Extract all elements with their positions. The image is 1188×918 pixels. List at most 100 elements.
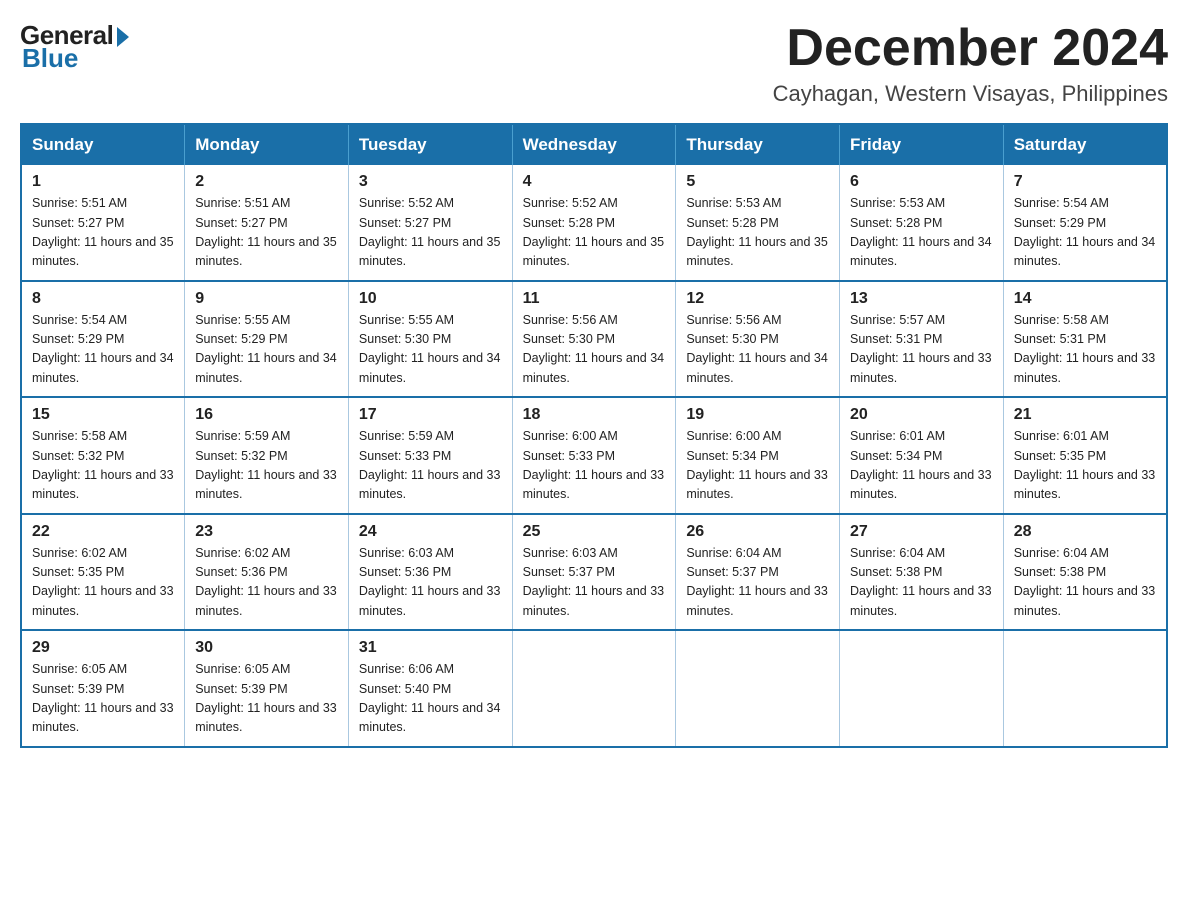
day-info: Sunrise: 6:05 AMSunset: 5:39 PMDaylight:… xyxy=(195,660,338,738)
calendar-cell: 15Sunrise: 5:58 AMSunset: 5:32 PMDayligh… xyxy=(21,397,185,514)
day-number: 29 xyxy=(32,639,174,657)
weekday-header-thursday: Thursday xyxy=(676,124,840,165)
day-info: Sunrise: 5:54 AMSunset: 5:29 PMDaylight:… xyxy=(1014,194,1156,272)
day-info: Sunrise: 6:04 AMSunset: 5:38 PMDaylight:… xyxy=(850,544,993,622)
day-info: Sunrise: 5:51 AMSunset: 5:27 PMDaylight:… xyxy=(195,194,338,272)
weekday-header-tuesday: Tuesday xyxy=(348,124,512,165)
weekday-header-friday: Friday xyxy=(840,124,1004,165)
calendar-cell: 7 Sunrise: 5:54 AMSunset: 5:29 PMDaylight… xyxy=(1003,165,1167,281)
calendar-cell xyxy=(840,630,1004,747)
day-info: Sunrise: 6:05 AMSunset: 5:39 PMDaylight:… xyxy=(32,660,174,738)
day-number: 24 xyxy=(359,523,502,541)
calendar-cell: 12 Sunrise: 5:56 AMSunset: 5:30 PMDayligh… xyxy=(676,281,840,398)
day-info: Sunrise: 5:53 AMSunset: 5:28 PMDaylight:… xyxy=(686,194,829,272)
day-number: 23 xyxy=(195,523,338,541)
day-info: Sunrise: 6:00 AMSunset: 5:34 PMDaylight:… xyxy=(686,427,829,505)
calendar-cell: 6Sunrise: 5:53 AMSunset: 5:28 PMDaylight… xyxy=(840,165,1004,281)
day-number: 14 xyxy=(1014,290,1156,308)
day-info: Sunrise: 5:53 AMSunset: 5:28 PMDaylight:… xyxy=(850,194,993,272)
calendar-cell: 4Sunrise: 5:52 AMSunset: 5:28 PMDaylight… xyxy=(512,165,676,281)
day-number: 13 xyxy=(850,290,993,308)
calendar-cell: 3 Sunrise: 5:52 AMSunset: 5:27 PMDaylight… xyxy=(348,165,512,281)
calendar-cell: 31Sunrise: 6:06 AMSunset: 5:40 PMDayligh… xyxy=(348,630,512,747)
calendar-week-row: 8 Sunrise: 5:54 AMSunset: 5:29 PMDaylight… xyxy=(21,281,1167,398)
day-number: 11 xyxy=(523,290,666,308)
day-info: Sunrise: 5:58 AMSunset: 5:31 PMDaylight:… xyxy=(1014,311,1156,389)
day-info: Sunrise: 6:03 AMSunset: 5:36 PMDaylight:… xyxy=(359,544,502,622)
calendar-cell xyxy=(676,630,840,747)
title-area: December 2024 Cayhagan, Western Visayas,… xyxy=(773,20,1168,107)
day-number: 10 xyxy=(359,290,502,308)
page-header: General Blue December 2024 Cayhagan, Wes… xyxy=(20,20,1168,107)
day-number: 2 xyxy=(195,173,338,191)
day-number: 7 xyxy=(1014,173,1156,191)
logo-arrow-icon xyxy=(117,27,129,47)
day-info: Sunrise: 5:54 AMSunset: 5:29 PMDaylight:… xyxy=(32,311,174,389)
calendar-cell: 23 Sunrise: 6:02 AMSunset: 5:36 PMDayligh… xyxy=(185,514,349,631)
logo-blue-text: Blue xyxy=(22,43,78,74)
day-number: 8 xyxy=(32,290,174,308)
calendar-cell: 14 Sunrise: 5:58 AMSunset: 5:31 PMDayligh… xyxy=(1003,281,1167,398)
month-year-title: December 2024 xyxy=(773,20,1168,77)
calendar-cell: 13 Sunrise: 5:57 AMSunset: 5:31 PMDayligh… xyxy=(840,281,1004,398)
day-info: Sunrise: 6:01 AMSunset: 5:35 PMDaylight:… xyxy=(1014,427,1156,505)
calendar-cell: 20Sunrise: 6:01 AMSunset: 5:34 PMDayligh… xyxy=(840,397,1004,514)
day-number: 12 xyxy=(686,290,829,308)
day-info: Sunrise: 5:56 AMSunset: 5:30 PMDaylight:… xyxy=(686,311,829,389)
day-number: 18 xyxy=(523,406,666,424)
calendar-week-row: 29 Sunrise: 6:05 AMSunset: 5:39 PMDayligh… xyxy=(21,630,1167,747)
calendar-cell: 8 Sunrise: 5:54 AMSunset: 5:29 PMDaylight… xyxy=(21,281,185,398)
day-number: 27 xyxy=(850,523,993,541)
day-info: Sunrise: 5:57 AMSunset: 5:31 PMDaylight:… xyxy=(850,311,993,389)
day-info: Sunrise: 5:52 AMSunset: 5:27 PMDaylight:… xyxy=(359,194,502,272)
day-info: Sunrise: 6:02 AMSunset: 5:36 PMDaylight:… xyxy=(195,544,338,622)
day-info: Sunrise: 5:55 AMSunset: 5:30 PMDaylight:… xyxy=(359,311,502,389)
day-info: Sunrise: 5:55 AMSunset: 5:29 PMDaylight:… xyxy=(195,311,338,389)
day-info: Sunrise: 5:51 AMSunset: 5:27 PMDaylight:… xyxy=(32,194,174,272)
calendar-cell: 24 Sunrise: 6:03 AMSunset: 5:36 PMDayligh… xyxy=(348,514,512,631)
calendar-week-row: 1 Sunrise: 5:51 AMSunset: 5:27 PMDaylight… xyxy=(21,165,1167,281)
calendar-cell: 9 Sunrise: 5:55 AMSunset: 5:29 PMDaylight… xyxy=(185,281,349,398)
calendar-cell: 26 Sunrise: 6:04 AMSunset: 5:37 PMDayligh… xyxy=(676,514,840,631)
calendar-cell: 21 Sunrise: 6:01 AMSunset: 5:35 PMDayligh… xyxy=(1003,397,1167,514)
day-number: 26 xyxy=(686,523,829,541)
day-number: 30 xyxy=(195,639,338,657)
day-info: Sunrise: 5:52 AMSunset: 5:28 PMDaylight:… xyxy=(523,194,666,272)
calendar-cell: 28 Sunrise: 6:04 AMSunset: 5:38 PMDayligh… xyxy=(1003,514,1167,631)
weekday-header-sunday: Sunday xyxy=(21,124,185,165)
day-info: Sunrise: 5:59 AMSunset: 5:33 PMDaylight:… xyxy=(359,427,502,505)
calendar-cell: 10 Sunrise: 5:55 AMSunset: 5:30 PMDayligh… xyxy=(348,281,512,398)
day-number: 31 xyxy=(359,639,502,657)
calendar-cell: 16 Sunrise: 5:59 AMSunset: 5:32 PMDayligh… xyxy=(185,397,349,514)
calendar-cell: 30 Sunrise: 6:05 AMSunset: 5:39 PMDayligh… xyxy=(185,630,349,747)
weekday-header-saturday: Saturday xyxy=(1003,124,1167,165)
day-info: Sunrise: 5:56 AMSunset: 5:30 PMDaylight:… xyxy=(523,311,666,389)
day-number: 28 xyxy=(1014,523,1156,541)
day-number: 9 xyxy=(195,290,338,308)
day-number: 16 xyxy=(195,406,338,424)
calendar-cell: 29 Sunrise: 6:05 AMSunset: 5:39 PMDayligh… xyxy=(21,630,185,747)
day-number: 20 xyxy=(850,406,993,424)
day-info: Sunrise: 5:58 AMSunset: 5:32 PMDaylight:… xyxy=(32,427,174,505)
day-number: 17 xyxy=(359,406,502,424)
day-number: 21 xyxy=(1014,406,1156,424)
day-number: 1 xyxy=(32,173,174,191)
day-info: Sunrise: 6:03 AMSunset: 5:37 PMDaylight:… xyxy=(523,544,666,622)
calendar-table: SundayMondayTuesdayWednesdayThursdayFrid… xyxy=(20,123,1168,748)
calendar-cell: 22 Sunrise: 6:02 AMSunset: 5:35 PMDayligh… xyxy=(21,514,185,631)
logo: General Blue xyxy=(20,20,129,74)
calendar-cell: 2 Sunrise: 5:51 AMSunset: 5:27 PMDaylight… xyxy=(185,165,349,281)
day-number: 22 xyxy=(32,523,174,541)
day-number: 3 xyxy=(359,173,502,191)
day-number: 5 xyxy=(686,173,829,191)
weekday-header-row: SundayMondayTuesdayWednesdayThursdayFrid… xyxy=(21,124,1167,165)
day-info: Sunrise: 6:02 AMSunset: 5:35 PMDaylight:… xyxy=(32,544,174,622)
calendar-week-row: 22 Sunrise: 6:02 AMSunset: 5:35 PMDayligh… xyxy=(21,514,1167,631)
calendar-cell: 17 Sunrise: 5:59 AMSunset: 5:33 PMDayligh… xyxy=(348,397,512,514)
day-number: 19 xyxy=(686,406,829,424)
day-info: Sunrise: 5:59 AMSunset: 5:32 PMDaylight:… xyxy=(195,427,338,505)
day-info: Sunrise: 6:04 AMSunset: 5:37 PMDaylight:… xyxy=(686,544,829,622)
calendar-cell: 18Sunrise: 6:00 AMSunset: 5:33 PMDayligh… xyxy=(512,397,676,514)
day-info: Sunrise: 6:04 AMSunset: 5:38 PMDaylight:… xyxy=(1014,544,1156,622)
calendar-cell xyxy=(512,630,676,747)
